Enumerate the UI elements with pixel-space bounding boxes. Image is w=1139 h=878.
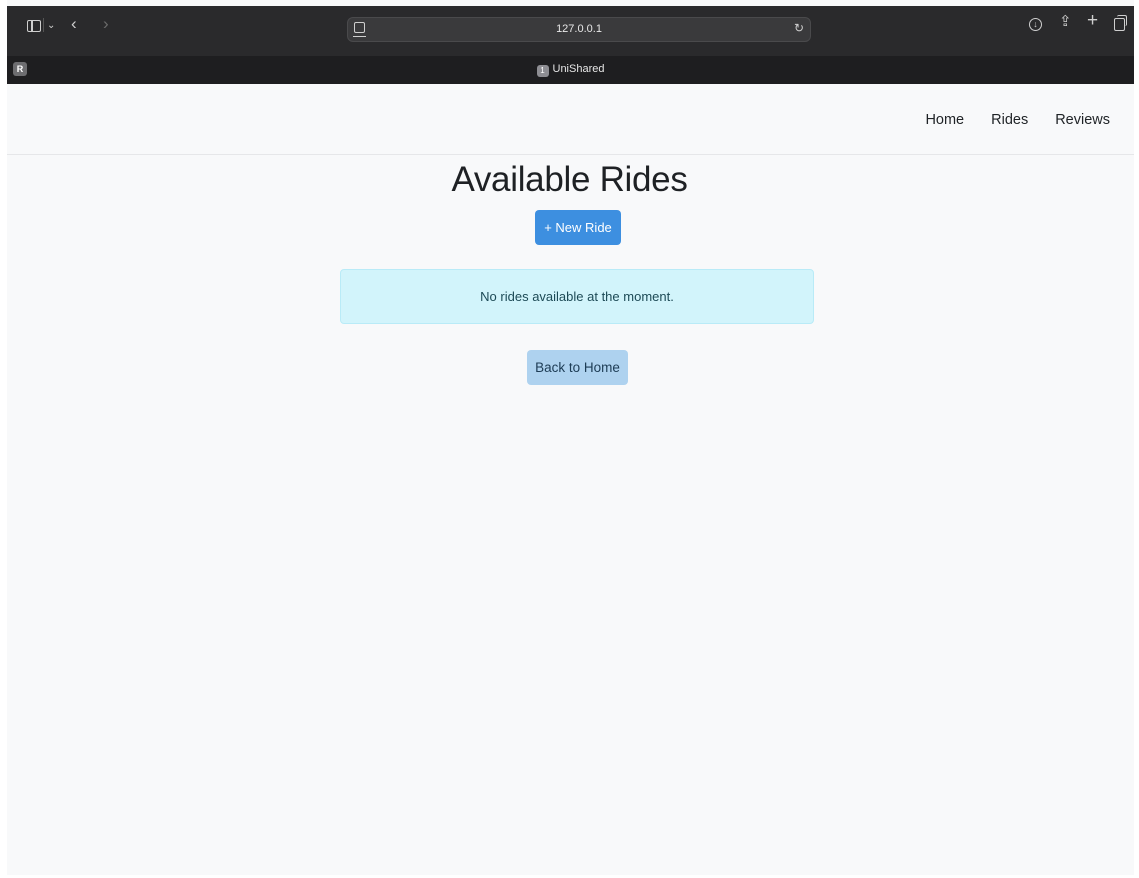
download-icon[interactable]: ↓: [1029, 18, 1042, 31]
back-to-home-button[interactable]: Back to Home: [527, 350, 628, 385]
new-ride-button[interactable]: + New Ride: [535, 210, 621, 245]
new-tab-icon[interactable]: +: [1087, 11, 1098, 30]
tab-strip: R 1 UniShared: [7, 56, 1134, 84]
browser-controls: ⌄ ‹ › 127.0.0.1 ↻ ↓ ⇪ +: [7, 6, 1134, 56]
nav-links: Home Rides Reviews: [898, 112, 1110, 128]
address-bar[interactable]: 127.0.0.1 ↻: [347, 17, 811, 42]
tab-favicon: 1: [536, 65, 549, 77]
tab-title: UniShared: [552, 63, 605, 75]
empty-rides-alert: No rides available at the moment.: [340, 269, 814, 324]
tab-overview-icon[interactable]: [1114, 15, 1127, 31]
share-icon[interactable]: ⇪: [1059, 14, 1072, 29]
nav-link-home[interactable]: Home: [925, 112, 964, 128]
toolbar-separator: [43, 18, 44, 32]
url-text[interactable]: 127.0.0.1: [348, 23, 810, 35]
back-arrow-icon[interactable]: ‹: [71, 15, 77, 32]
nav-link-reviews[interactable]: Reviews: [1055, 112, 1110, 128]
active-tab[interactable]: 1 UniShared: [7, 63, 1134, 77]
sidebar-icon[interactable]: [27, 20, 41, 32]
site-navbar: Home Rides Reviews: [7, 84, 1134, 155]
nav-link-rides[interactable]: Rides: [991, 112, 1028, 128]
browser-toolbar: ⌄ ‹ › 127.0.0.1 ↻ ↓ ⇪ + R 1 UniShared: [7, 6, 1134, 84]
chevron-down-icon[interactable]: ⌄: [47, 19, 55, 33]
page-title: Available Rides: [451, 160, 688, 199]
reload-icon[interactable]: ↻: [794, 21, 804, 35]
forward-arrow-icon[interactable]: ›: [103, 15, 109, 32]
